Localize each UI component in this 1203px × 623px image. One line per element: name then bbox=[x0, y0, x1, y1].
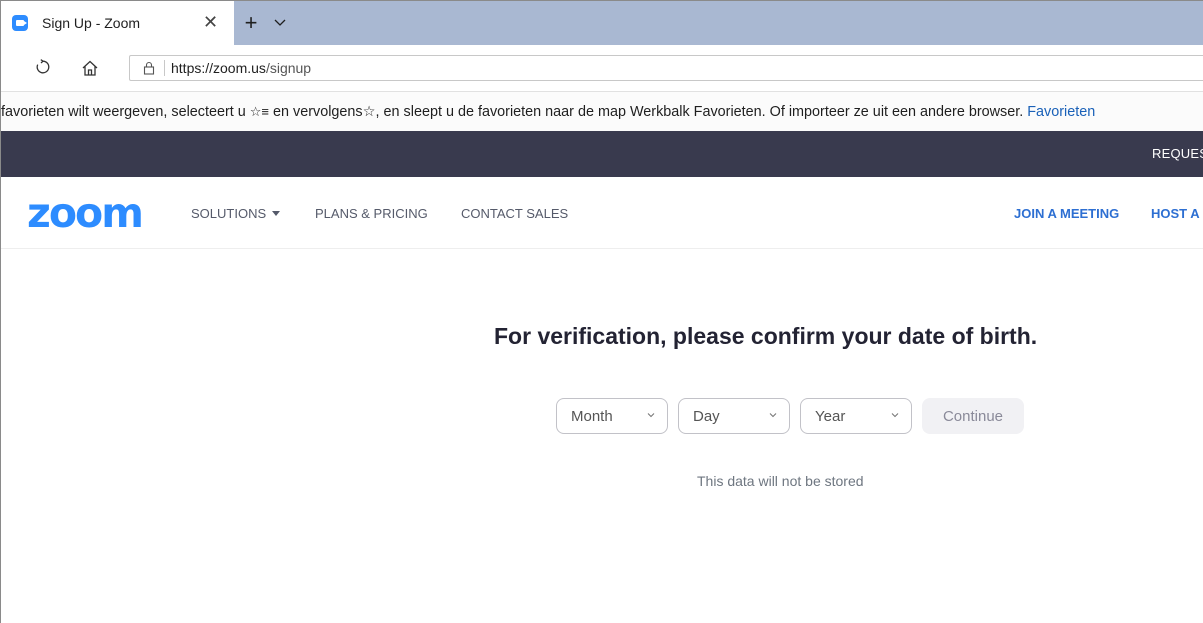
zoom-favicon-icon bbox=[12, 15, 28, 31]
favorites-star-list-icon: ☆≡ bbox=[249, 103, 270, 119]
month-select-label: Month bbox=[571, 407, 613, 425]
caret-down-icon bbox=[272, 211, 281, 216]
nav-plans-pricing[interactable]: PLANS & PRICING bbox=[315, 206, 428, 221]
page-title: For verification, please confirm your da… bbox=[494, 323, 1038, 349]
month-select[interactable]: Month bbox=[556, 398, 668, 434]
new-tab-button[interactable]: + bbox=[234, 1, 268, 45]
request-demo-link[interactable]: REQUEST bbox=[1152, 146, 1203, 161]
address-bar[interactable]: https://zoom.us/signup bbox=[129, 55, 1203, 81]
url-text[interactable]: https://zoom.us/signup bbox=[171, 60, 311, 76]
url-host: https://zoom.us bbox=[171, 60, 266, 76]
favorites-link[interactable]: Favorieten bbox=[1027, 104, 1095, 120]
tab-title: Sign Up - Zoom bbox=[42, 15, 141, 31]
tab-list-chevron-icon[interactable] bbox=[268, 1, 292, 45]
favorites-hint-text-1: favorieten wilt weergeven, selecteert u bbox=[1, 103, 246, 120]
privacy-note: This data will not be stored bbox=[697, 473, 864, 489]
tab-sign-up-zoom[interactable]: Sign Up - Zoom ✕ bbox=[1, 1, 234, 45]
favorites-hint-text-3: , en sleept u de favorieten naar de map … bbox=[375, 103, 1024, 120]
browser-toolbar: https://zoom.us/signup bbox=[1, 45, 1203, 91]
tab-strip: Sign Up - Zoom ✕ + bbox=[1, 1, 1203, 45]
day-select[interactable]: Day bbox=[678, 398, 790, 434]
nav-solutions[interactable]: SOLUTIONS bbox=[191, 206, 281, 221]
favorites-hint-text-2: en vervolgens bbox=[273, 103, 363, 120]
nav-host-meeting[interactable]: HOST A M bbox=[1151, 206, 1203, 221]
zoom-nav: zoom SOLUTIONS PLANS & PRICING CONTACT S… bbox=[1, 177, 1203, 249]
zoom-logo[interactable]: zoom bbox=[27, 191, 144, 235]
zoom-top-bar: REQUEST bbox=[1, 131, 1203, 177]
year-select[interactable]: Year bbox=[800, 398, 912, 434]
nav-solutions-label: SOLUTIONS bbox=[191, 206, 267, 221]
continue-button[interactable]: Continue bbox=[922, 398, 1024, 434]
home-icon[interactable] bbox=[81, 59, 99, 77]
favorites-star-icon: ☆ bbox=[362, 103, 376, 120]
nav-contact-sales[interactable]: CONTACT SALES bbox=[461, 206, 568, 221]
chevron-down-icon bbox=[769, 413, 777, 418]
browser-window: Sign Up - Zoom ✕ + https://zoom.us/signu… bbox=[0, 0, 1203, 623]
day-select-label: Day bbox=[693, 407, 720, 425]
lock-icon[interactable] bbox=[142, 61, 156, 75]
chevron-down-icon bbox=[647, 413, 655, 418]
favorites-hint-bar: favorieten wilt weergeven, selecteert u … bbox=[1, 91, 1203, 131]
url-path: /signup bbox=[265, 60, 312, 76]
nav-join-meeting[interactable]: JOIN A MEETING bbox=[1014, 206, 1119, 221]
address-separator bbox=[164, 60, 165, 76]
refresh-icon[interactable] bbox=[35, 59, 51, 75]
chevron-down-icon bbox=[891, 413, 899, 418]
year-select-label: Year bbox=[815, 407, 846, 425]
close-tab-icon[interactable]: ✕ bbox=[203, 13, 218, 31]
